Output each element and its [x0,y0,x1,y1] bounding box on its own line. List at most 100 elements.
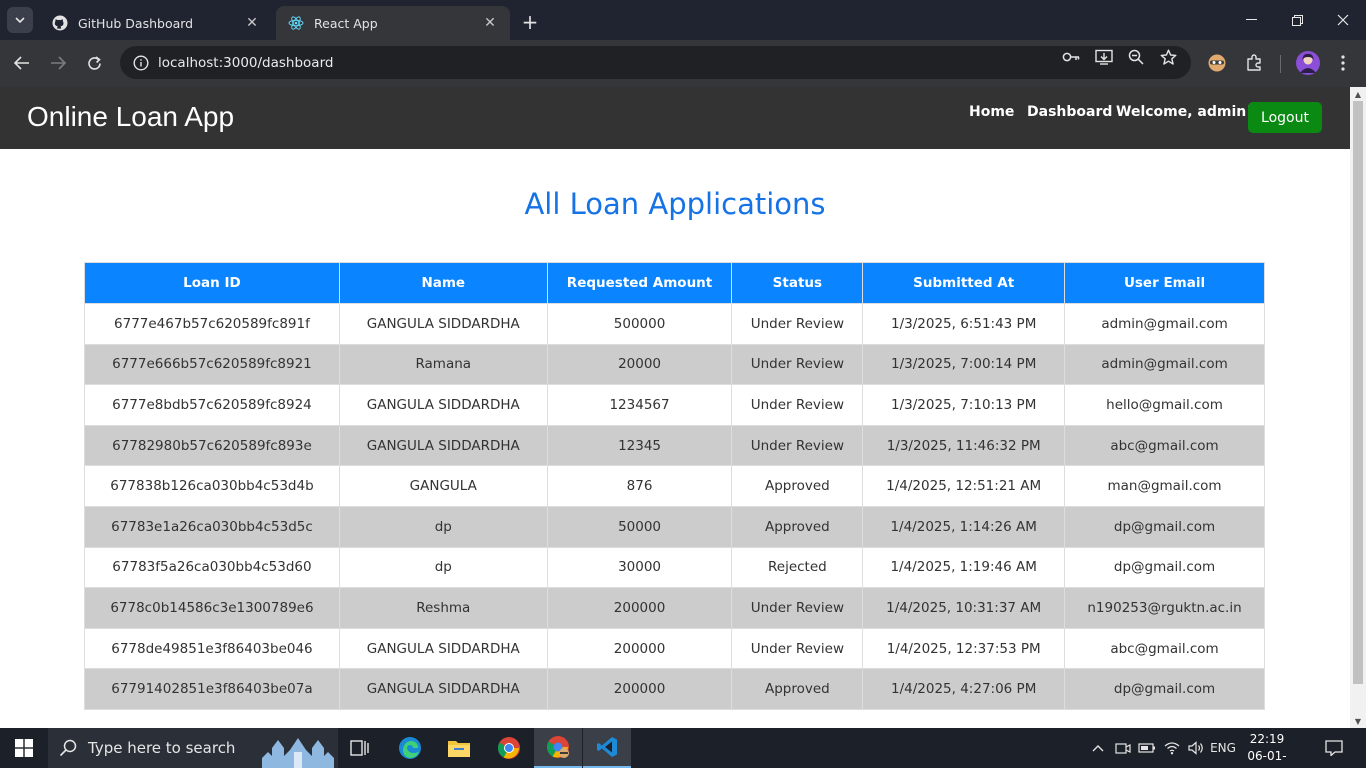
windows-logo-icon [15,739,33,757]
bookmark-star-icon[interactable] [1159,48,1177,66]
cell-loan-id: 67782980b57c620589fc893e [84,424,340,467]
cell-loan-id: 67783e1a26ca030bb4c53d5c [84,505,340,548]
taskbar-search-box[interactable]: Type here to search [48,728,338,768]
cell-user-email: dp@gmail.com [1064,546,1265,589]
taskbar-app-file-explorer[interactable] [435,728,483,768]
extensions-puzzle-icon[interactable] [1243,52,1265,74]
edge-icon [399,737,421,759]
search-highlight-illustration-icon [262,738,334,768]
nav-link-dashboard[interactable]: Dashboard [1027,104,1112,120]
app-navbar: Online Loan App Home Dashboard Welcome, … [0,87,1350,149]
table-row: 67791402851e3f86403be07a GANGULA SIDDARDH… [84,668,1265,710]
taskbar-app-chrome-profile[interactable] [534,728,582,768]
cell-submitted-at: 1/3/2025, 7:10:13 PM [862,384,1066,426]
start-button[interactable] [0,728,48,768]
address-bar[interactable]: localhost:3000/dashboard [120,46,1191,79]
new-tab-button[interactable]: + [518,10,542,34]
cell-status: Approved [731,465,864,507]
logout-button[interactable]: Logout [1248,102,1322,133]
notification-center-icon[interactable] [1320,728,1348,768]
close-icon[interactable]: ✕ [244,15,260,31]
cell-submitted-at: 1/4/2025, 10:31:37 AM [862,587,1066,629]
tab-title: GitHub Dashboard [78,15,194,31]
cell-submitted-at: 1/3/2025, 7:00:14 PM [862,343,1066,386]
app-brand[interactable]: Online Loan App [27,101,234,133]
page-scrollbar[interactable]: ▲ ▼ [1350,87,1366,728]
zoom-icon[interactable] [1127,48,1145,66]
install-app-icon[interactable] [1095,48,1113,66]
cell-name: Reshma [338,587,548,629]
close-icon [1337,14,1349,26]
column-header-name: Name [338,262,548,304]
wifi-icon[interactable] [1161,728,1183,768]
back-button[interactable] [10,51,34,75]
cell-user-email: abc@gmail.com [1064,424,1265,467]
arrow-right-icon [51,56,66,70]
cell-status: Approved [731,668,864,710]
cell-submitted-at: 1/4/2025, 1:19:46 AM [862,546,1066,589]
cell-requested-amount: 200000 [546,668,733,710]
tab-title: React App [314,15,378,31]
tab-search-button[interactable] [7,7,33,33]
cell-loan-id: 6777e467b57c620589fc891f [84,303,340,345]
cell-requested-amount: 20000 [546,343,733,386]
minimize-button[interactable] [1228,6,1274,34]
cell-user-email: admin@gmail.com [1064,343,1265,386]
browser-menu-icon[interactable] [1332,52,1354,74]
vscode-icon [597,737,617,757]
chevron-down-icon [15,17,25,23]
react-icon [288,15,304,31]
cell-user-email: dp@gmail.com [1064,668,1265,710]
profile-avatar[interactable] [1296,51,1320,75]
cell-loan-id: 67783f5a26ca030bb4c53d60 [84,546,340,589]
scroll-up-arrow-icon[interactable]: ▲ [1350,87,1366,101]
forward-button[interactable] [46,51,70,75]
scrollbar-thumb[interactable] [1353,101,1363,684]
cell-loan-id: 6777e8bdb57c620589fc8924 [84,384,340,426]
tab-react-app[interactable]: React App ✕ [276,6,510,40]
cell-user-email: admin@gmail.com [1064,303,1265,345]
table-row: 6777e8bdb57c620589fc8924 GANGULA SIDDARDH… [84,384,1265,426]
cell-status: Under Review [731,384,864,426]
column-header-requested-amount: Requested Amount [546,262,733,304]
taskbar-app-vscode[interactable] [583,728,631,768]
column-header-loan-id: Loan ID [84,262,340,304]
reload-button[interactable] [82,51,106,75]
tray-overflow-chevron-up-icon[interactable] [1088,728,1108,768]
volume-icon[interactable] [1185,728,1207,768]
key-icon[interactable] [1062,48,1080,66]
site-info-icon[interactable] [124,46,158,79]
extension-avatar-icon[interactable] [1206,52,1228,74]
column-header-user-email: User Email [1064,262,1265,304]
cell-submitted-at: 1/4/2025, 12:37:53 PM [862,627,1066,670]
cell-submitted-at: 1/3/2025, 6:51:43 PM [862,303,1066,345]
cell-status: Under Review [731,587,864,629]
cell-status: Approved [731,505,864,548]
scroll-down-arrow-icon[interactable]: ▼ [1350,714,1366,728]
cell-status: Under Review [731,303,864,345]
system-clock[interactable]: 22:19 06-01-2025 [1234,731,1300,782]
cell-requested-amount: 30000 [546,546,733,589]
cell-requested-amount: 12345 [546,424,733,467]
cell-submitted-at: 1/3/2025, 11:46:32 PM [862,424,1066,467]
cell-name: GANGULA SIDDARDHA [338,424,548,467]
nav-link-home[interactable]: Home [969,104,1014,120]
cell-loan-id: 6777e666b57c620589fc8921 [84,343,340,386]
cell-user-email: hello@gmail.com [1064,384,1265,426]
restore-button[interactable] [1274,6,1320,34]
tab-github-dashboard[interactable]: GitHub Dashboard ✕ [40,6,272,40]
taskbar-app-edge[interactable] [386,728,434,768]
table-row: 6777e666b57c620589fc8921 Ramana 20000 Under… [84,343,1265,386]
task-view-button[interactable] [336,728,384,768]
cell-user-email: n190253@rguktn.ac.in [1064,587,1265,629]
chrome-profile-icon [547,736,569,758]
taskbar-app-chrome[interactable] [485,728,533,768]
search-placeholder: Type here to search [88,739,236,757]
tray-meet-now-icon[interactable] [1113,728,1133,768]
cell-user-email: man@gmail.com [1064,465,1265,507]
table-row: 6777e467b57c620589fc891f GANGULA SIDDARDH… [84,303,1265,345]
close-icon[interactable]: ✕ [482,15,498,31]
close-window-button[interactable] [1320,6,1366,34]
cell-status: Under Review [731,627,864,670]
battery-icon[interactable] [1137,728,1157,768]
